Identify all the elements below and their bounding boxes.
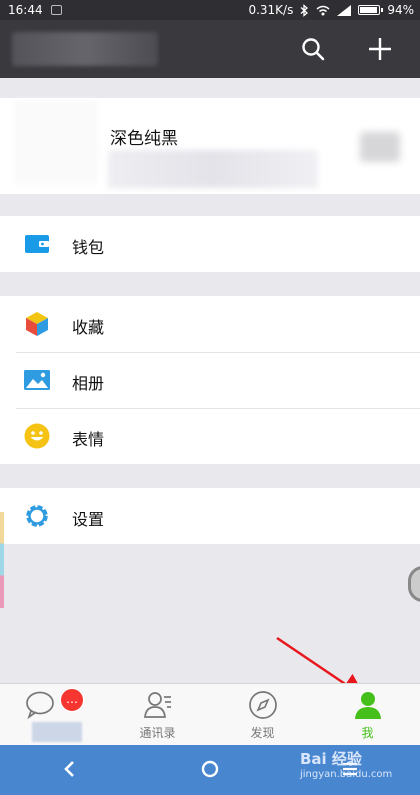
tab-chats-label-blurred xyxy=(32,722,82,742)
battery-icon xyxy=(358,5,384,15)
wallet-icon xyxy=(25,235,49,253)
watermark: Bai 经验 jingyan.baidu.com xyxy=(300,748,392,780)
menu-label-favorites: 收藏 xyxy=(72,318,105,337)
tab-chats[interactable]: … xyxy=(0,684,105,746)
menu-item-favorites[interactable]: 收藏 xyxy=(0,296,420,352)
profile-name: 深色纯黑 xyxy=(110,129,178,149)
menu-label-wallet: 钱包 xyxy=(72,238,105,257)
gear-icon xyxy=(26,505,48,527)
status-bar: 16:44 0.31K/s 94% xyxy=(0,0,420,20)
tab-me[interactable]: 我 xyxy=(315,684,420,746)
menu-label-stickers: 表情 xyxy=(72,430,105,449)
home-icon[interactable] xyxy=(200,759,220,779)
wifi-icon xyxy=(316,5,330,15)
tab-label-contacts: 通讯录 xyxy=(139,726,176,740)
chat-bubble-icon xyxy=(26,691,54,720)
tab-label-discover: 发现 xyxy=(250,726,275,740)
wallet-group: 钱包 xyxy=(0,216,420,272)
menu-item-wallet[interactable]: 钱包 xyxy=(0,216,420,272)
photo-icon xyxy=(24,370,50,390)
title-bar xyxy=(0,20,420,78)
menu-item-settings[interactable]: 设置 xyxy=(0,488,420,544)
watermark-url: jingyan.baidu.com xyxy=(300,769,393,780)
notification-icon xyxy=(50,5,62,15)
bottom-tab-bar: … 通讯录 发现 我 xyxy=(0,683,420,745)
status-right: 0.31K/s 94% xyxy=(248,3,414,17)
compass-icon xyxy=(248,691,277,719)
profile-card[interactable]: 深色纯黑 xyxy=(0,98,420,194)
watermark-brand: Bai 经验 xyxy=(300,750,362,768)
avatar xyxy=(14,100,98,184)
battery-percent: 94% xyxy=(387,3,414,17)
cube-icon xyxy=(26,312,48,336)
menu-item-album[interactable]: 相册 xyxy=(0,352,420,408)
status-time: 16:44 xyxy=(8,3,43,17)
tab-label-me: 我 xyxy=(361,726,374,740)
side-decoration xyxy=(0,512,4,608)
profile-id-blurred xyxy=(108,150,318,188)
back-icon[interactable] xyxy=(60,759,80,779)
menu-label-album: 相册 xyxy=(72,374,105,393)
tab-contacts[interactable]: 通讯录 xyxy=(105,684,210,746)
title-blurred xyxy=(12,32,158,66)
smiley-icon xyxy=(24,423,50,449)
search-icon[interactable] xyxy=(300,36,326,62)
signal-icon xyxy=(337,4,352,16)
tab-discover[interactable]: 发现 xyxy=(210,684,315,746)
network-speed: 0.31K/s xyxy=(248,3,294,17)
person-icon xyxy=(354,692,381,719)
menu-item-stickers[interactable]: 表情 xyxy=(0,408,420,464)
menu-label-settings: 设置 xyxy=(72,510,105,529)
unread-badge: … xyxy=(60,688,84,712)
collection-group: 收藏 相册 表情 xyxy=(0,296,420,464)
add-icon[interactable] xyxy=(367,36,393,62)
settings-group: 设置 xyxy=(0,488,420,544)
floating-ball-icon[interactable] xyxy=(408,566,420,602)
contacts-icon xyxy=(143,692,171,718)
bluetooth-icon xyxy=(300,3,309,17)
qr-code-icon[interactable] xyxy=(360,132,400,162)
